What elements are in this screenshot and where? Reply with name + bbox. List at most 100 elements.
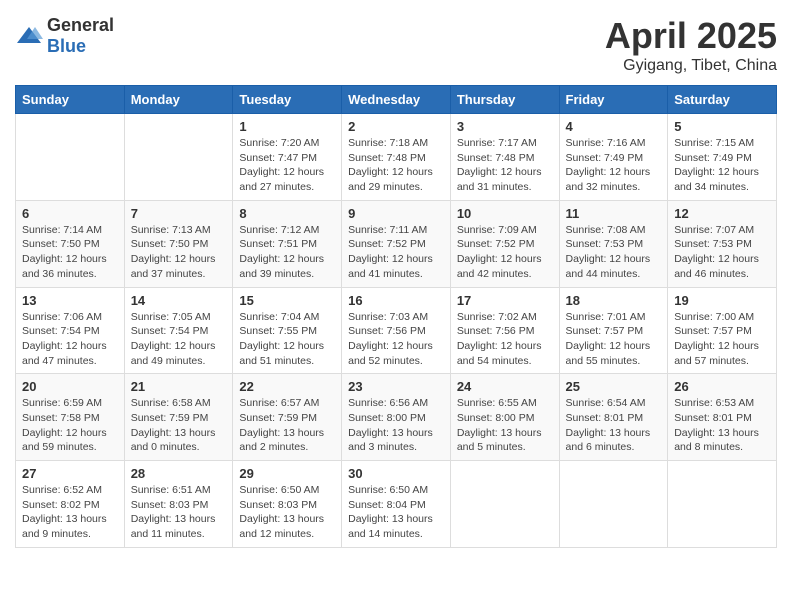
day-info: Sunrise: 7:00 AMSunset: 7:57 PMDaylight:… [674, 310, 770, 369]
weekday-header-saturday: Saturday [668, 86, 777, 114]
day-info: Sunrise: 7:15 AMSunset: 7:49 PMDaylight:… [674, 136, 770, 195]
day-info: Sunrise: 7:11 AMSunset: 7:52 PMDaylight:… [348, 223, 444, 282]
calendar-cell: 28 Sunrise: 6:51 AMSunset: 8:03 PMDayligh… [124, 461, 233, 548]
week-row-4: 20 Sunrise: 6:59 AMSunset: 7:58 PMDayligh… [16, 374, 777, 461]
day-number: 2 [348, 119, 444, 134]
day-number: 10 [457, 206, 553, 221]
day-number: 20 [22, 379, 118, 394]
logo: General Blue [15, 15, 114, 57]
calendar-cell: 6Sunrise: 7:14 AMSunset: 7:50 PMDaylight… [16, 200, 125, 287]
day-number: 23 [348, 379, 444, 394]
logo-icon [15, 25, 43, 47]
calendar-cell: 23 Sunrise: 6:56 AMSunset: 8:00 PMDayligh… [342, 374, 451, 461]
day-number: 28 [131, 466, 227, 481]
day-info: Sunrise: 7:02 AMSunset: 7:56 PMDaylight:… [457, 310, 553, 369]
day-info: Sunrise: 7:05 AMSunset: 7:54 PMDaylight:… [131, 310, 227, 369]
weekday-header-friday: Friday [559, 86, 668, 114]
calendar-cell: 5Sunrise: 7:15 AMSunset: 7:49 PMDaylight… [668, 114, 777, 201]
day-info: Sunrise: 6:57 AMSunset: 7:59 PMDaylight:… [239, 396, 335, 455]
calendar-cell: 27 Sunrise: 6:52 AMSunset: 8:02 PMDayligh… [16, 461, 125, 548]
calendar-cell: 12 Sunrise: 7:07 AMSunset: 7:53 PMDayligh… [668, 200, 777, 287]
calendar-cell: 2 Sunrise: 7:18 AMSunset: 7:48 PMDaylight… [342, 114, 451, 201]
day-info: Sunrise: 7:03 AMSunset: 7:56 PMDaylight:… [348, 310, 444, 369]
day-info: Sunrise: 7:16 AMSunset: 7:49 PMDaylight:… [566, 136, 662, 195]
calendar-cell: 22 Sunrise: 6:57 AMSunset: 7:59 PMDayligh… [233, 374, 342, 461]
day-number: 13 [22, 293, 118, 308]
day-info: Sunrise: 6:56 AMSunset: 8:00 PMDaylight:… [348, 396, 444, 455]
day-number: 17 [457, 293, 553, 308]
day-number: 7 [131, 206, 227, 221]
calendar-cell [450, 461, 559, 548]
day-info: Sunrise: 7:07 AMSunset: 7:53 PMDaylight:… [674, 223, 770, 282]
day-info: Sunrise: 7:12 AMSunset: 7:51 PMDaylight:… [239, 223, 335, 282]
day-number: 22 [239, 379, 335, 394]
day-number: 8 [239, 206, 335, 221]
calendar-cell [559, 461, 668, 548]
day-info: Sunrise: 6:54 AMSunset: 8:01 PMDaylight:… [566, 396, 662, 455]
day-info: Sunrise: 7:14 AMSunset: 7:50 PMDaylight:… [22, 223, 118, 282]
day-number: 26 [674, 379, 770, 394]
day-info: Sunrise: 7:13 AMSunset: 7:50 PMDaylight:… [131, 223, 227, 282]
day-info: Sunrise: 7:06 AMSunset: 7:54 PMDaylight:… [22, 310, 118, 369]
calendar-cell: 30 Sunrise: 6:50 AMSunset: 8:04 PMDayligh… [342, 461, 451, 548]
day-number: 16 [348, 293, 444, 308]
day-number: 21 [131, 379, 227, 394]
calendar-cell: 20 Sunrise: 6:59 AMSunset: 7:58 PMDayligh… [16, 374, 125, 461]
calendar-cell: 17 Sunrise: 7:02 AMSunset: 7:56 PMDayligh… [450, 287, 559, 374]
day-number: 15 [239, 293, 335, 308]
calendar-cell [668, 461, 777, 548]
day-number: 24 [457, 379, 553, 394]
calendar-cell: 21 Sunrise: 6:58 AMSunset: 7:59 PMDayligh… [124, 374, 233, 461]
weekday-header-thursday: Thursday [450, 86, 559, 114]
day-info: Sunrise: 6:52 AMSunset: 8:02 PMDaylight:… [22, 483, 118, 542]
calendar-cell: 7 Sunrise: 7:13 AMSunset: 7:50 PMDaylight… [124, 200, 233, 287]
day-info: Sunrise: 6:59 AMSunset: 7:58 PMDaylight:… [22, 396, 118, 455]
calendar-cell: 16 Sunrise: 7:03 AMSunset: 7:56 PMDayligh… [342, 287, 451, 374]
day-info: Sunrise: 6:51 AMSunset: 8:03 PMDaylight:… [131, 483, 227, 542]
logo-text: General Blue [47, 15, 114, 57]
calendar-cell: 29Sunrise: 6:50 AMSunset: 8:03 PMDayligh… [233, 461, 342, 548]
calendar-cell: 13 Sunrise: 7:06 AMSunset: 7:54 PMDayligh… [16, 287, 125, 374]
calendar-cell: 26Sunrise: 6:53 AMSunset: 8:01 PMDayligh… [668, 374, 777, 461]
day-info: Sunrise: 6:50 AMSunset: 8:04 PMDaylight:… [348, 483, 444, 542]
calendar-cell: 15Sunrise: 7:04 AMSunset: 7:55 PMDayligh… [233, 287, 342, 374]
day-info: Sunrise: 6:55 AMSunset: 8:00 PMDaylight:… [457, 396, 553, 455]
weekday-header-wednesday: Wednesday [342, 86, 451, 114]
week-row-2: 6Sunrise: 7:14 AMSunset: 7:50 PMDaylight… [16, 200, 777, 287]
calendar-cell: 11 Sunrise: 7:08 AMSunset: 7:53 PMDayligh… [559, 200, 668, 287]
calendar-cell: 8 Sunrise: 7:12 AMSunset: 7:51 PMDaylight… [233, 200, 342, 287]
day-number: 19 [674, 293, 770, 308]
calendar-table: SundayMondayTuesdayWednesdayThursdayFrid… [15, 85, 777, 548]
title-section: April 2025 Gyigang, Tibet, China [605, 15, 777, 75]
day-info: Sunrise: 7:08 AMSunset: 7:53 PMDaylight:… [566, 223, 662, 282]
day-number: 4 [566, 119, 662, 134]
day-number: 30 [348, 466, 444, 481]
day-info: Sunrise: 7:17 AMSunset: 7:48 PMDaylight:… [457, 136, 553, 195]
weekday-header-sunday: Sunday [16, 86, 125, 114]
day-info: Sunrise: 6:58 AMSunset: 7:59 PMDaylight:… [131, 396, 227, 455]
calendar-cell: 9 Sunrise: 7:11 AMSunset: 7:52 PMDaylight… [342, 200, 451, 287]
page-header: General Blue April 2025 Gyigang, Tibet, … [15, 15, 777, 75]
day-info: Sunrise: 7:09 AMSunset: 7:52 PMDaylight:… [457, 223, 553, 282]
day-number: 12 [674, 206, 770, 221]
day-number: 1 [239, 119, 335, 134]
calendar-cell: 19 Sunrise: 7:00 AMSunset: 7:57 PMDayligh… [668, 287, 777, 374]
weekday-header-monday: Monday [124, 86, 233, 114]
location-subtitle: Gyigang, Tibet, China [605, 57, 777, 75]
day-number: 14 [131, 293, 227, 308]
week-row-3: 13 Sunrise: 7:06 AMSunset: 7:54 PMDayligh… [16, 287, 777, 374]
day-info: Sunrise: 7:18 AMSunset: 7:48 PMDaylight:… [348, 136, 444, 195]
day-number: 27 [22, 466, 118, 481]
calendar-cell: 10 Sunrise: 7:09 AMSunset: 7:52 PMDayligh… [450, 200, 559, 287]
logo-general: General [47, 15, 114, 35]
day-number: 29 [239, 466, 335, 481]
calendar-cell: 3Sunrise: 7:17 AMSunset: 7:48 PMDaylight… [450, 114, 559, 201]
day-number: 18 [566, 293, 662, 308]
day-number: 11 [566, 206, 662, 221]
day-number: 9 [348, 206, 444, 221]
weekday-header-row: SundayMondayTuesdayWednesdayThursdayFrid… [16, 86, 777, 114]
week-row-5: 27 Sunrise: 6:52 AMSunset: 8:02 PMDayligh… [16, 461, 777, 548]
calendar-cell [16, 114, 125, 201]
calendar-cell: 14 Sunrise: 7:05 AMSunset: 7:54 PMDayligh… [124, 287, 233, 374]
calendar-cell: 25Sunrise: 6:54 AMSunset: 8:01 PMDayligh… [559, 374, 668, 461]
